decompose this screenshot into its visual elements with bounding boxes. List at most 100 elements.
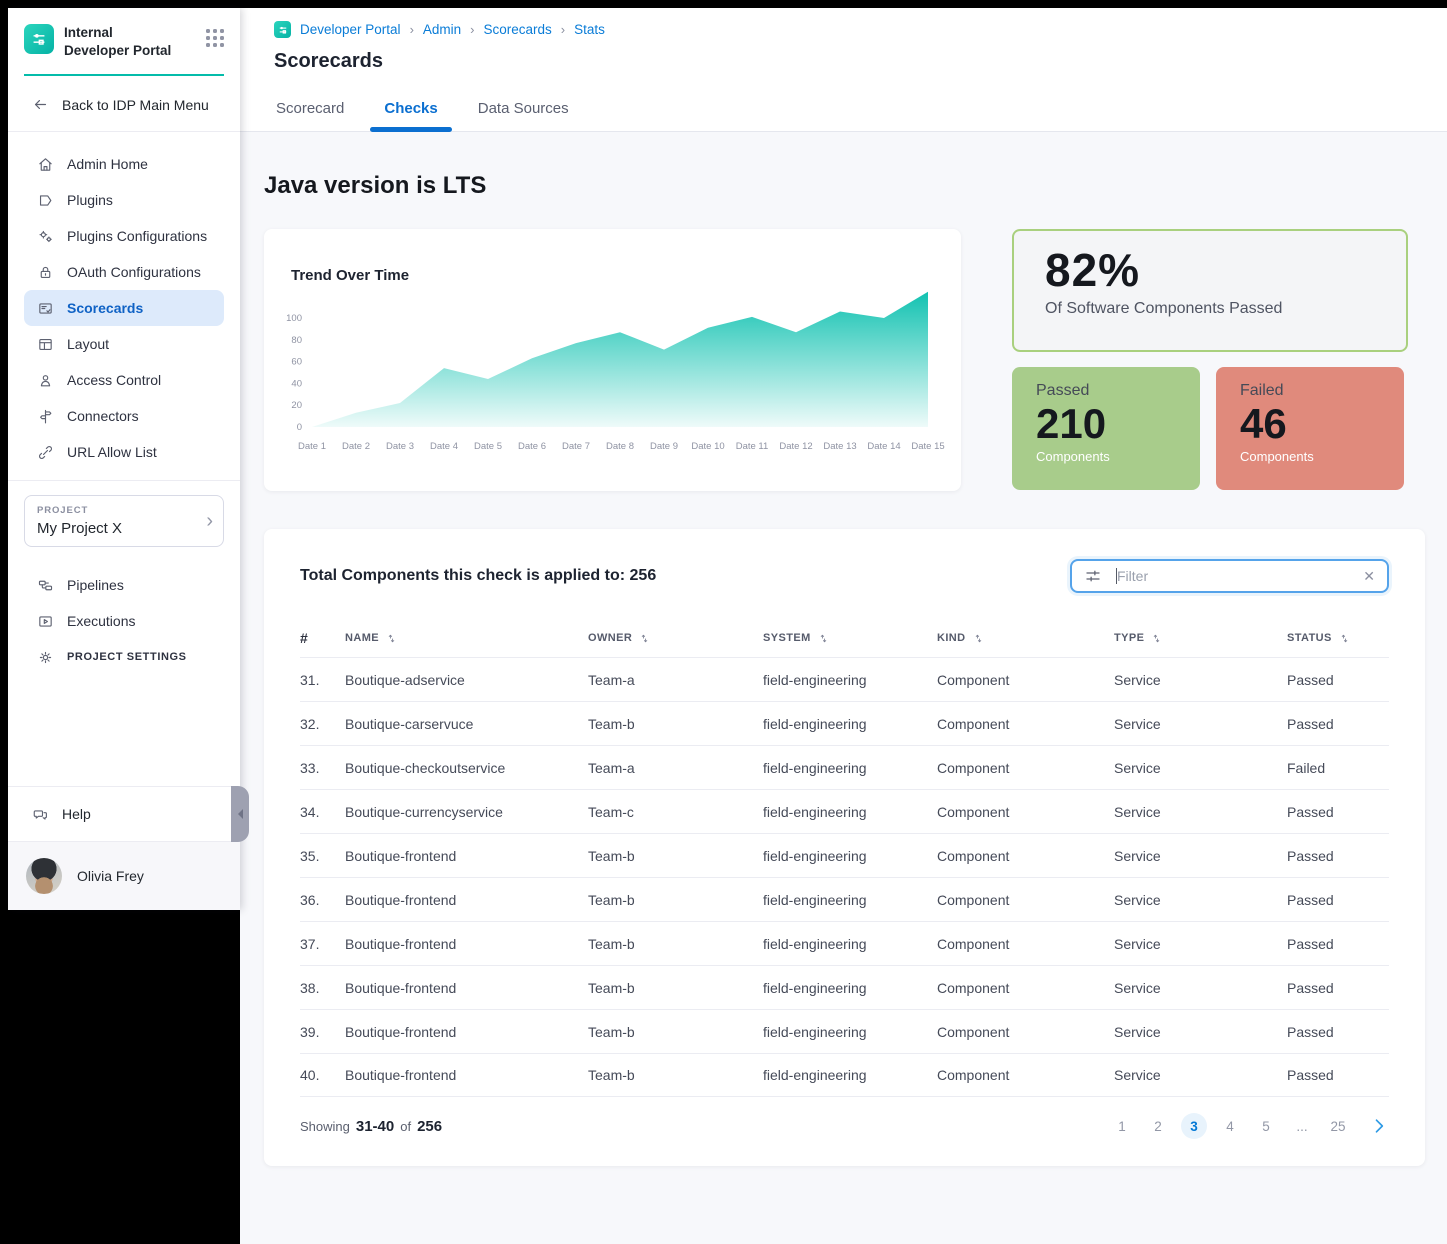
table-row[interactable]: 39.Boutique-frontendTeam-bfield-engineer… bbox=[300, 1009, 1389, 1053]
sidebar-item-admin-home[interactable]: Admin Home bbox=[24, 146, 224, 182]
breadcrumb-separator: › bbox=[470, 22, 474, 37]
page-4[interactable]: 4 bbox=[1217, 1113, 1243, 1139]
cell-type: Service bbox=[1114, 1067, 1287, 1083]
sidebar-item-layout[interactable]: Layout bbox=[24, 326, 224, 362]
column-header-owner[interactable]: OWNER bbox=[588, 632, 763, 645]
sidebar-item-label: PROJECT SETTINGS bbox=[67, 651, 187, 663]
column-header-name[interactable]: NAME bbox=[345, 632, 588, 645]
tab-checks[interactable]: Checks bbox=[384, 100, 437, 131]
pagination: 12345...25 bbox=[1109, 1113, 1389, 1139]
sort-icon[interactable] bbox=[1150, 632, 1163, 645]
page-2[interactable]: 2 bbox=[1145, 1113, 1171, 1139]
page-3[interactable]: 3 bbox=[1181, 1113, 1207, 1139]
idp-logo-glyph bbox=[29, 29, 49, 49]
table-row[interactable]: 34.Boutique-currencyserviceTeam-cfield-e… bbox=[300, 789, 1389, 833]
cell-status: Passed bbox=[1287, 892, 1389, 908]
failed-value: 46 bbox=[1240, 402, 1404, 446]
sidebar-item-access-control[interactable]: Access Control bbox=[24, 362, 224, 398]
cell-system: field-engineering bbox=[763, 1067, 937, 1083]
cell-type: Service bbox=[1114, 892, 1287, 908]
cell-owner: Team-a bbox=[588, 672, 763, 688]
next-page-icon[interactable] bbox=[1369, 1116, 1389, 1136]
cell-name: Boutique-checkoutservice bbox=[345, 760, 588, 776]
layout-icon bbox=[37, 336, 54, 353]
sort-icon[interactable] bbox=[385, 632, 398, 645]
breadcrumb: Developer Portal›Admin›Scorecards›Stats bbox=[274, 21, 605, 38]
sidebar: Internal Developer Portal Back to IDP Ma… bbox=[8, 8, 240, 910]
table-row[interactable]: 32.Boutique-carservuceTeam-bfield-engine… bbox=[300, 701, 1389, 745]
help-button[interactable]: Help bbox=[8, 787, 240, 841]
grid-dots-icon[interactable] bbox=[206, 29, 224, 47]
cell-system: field-engineering bbox=[763, 848, 937, 864]
breadcrumb-scorecards[interactable]: Scorecards bbox=[484, 22, 552, 37]
project-selector[interactable]: PROJECT My Project X › bbox=[24, 495, 224, 547]
sort-icon[interactable] bbox=[638, 632, 651, 645]
breadcrumb-admin[interactable]: Admin bbox=[423, 22, 461, 37]
column-header-status[interactable]: STATUS bbox=[1287, 632, 1389, 645]
project-label: PROJECT bbox=[37, 505, 122, 516]
sidebar-item-oauth-configurations[interactable]: OAuth Configurations bbox=[24, 254, 224, 290]
sidebar-item-label: Connectors bbox=[67, 408, 139, 424]
svg-text:20: 20 bbox=[291, 400, 302, 411]
table-row[interactable]: 31.Boutique-adserviceTeam-afield-enginee… bbox=[300, 657, 1389, 701]
user-menu[interactable]: Olivia Frey bbox=[8, 842, 240, 910]
sidebar-item-connectors[interactable]: Connectors bbox=[24, 398, 224, 434]
sliders-icon[interactable] bbox=[1084, 567, 1102, 585]
breadcrumb-developer-portal[interactable]: Developer Portal bbox=[300, 22, 401, 37]
back-to-idp-main-menu[interactable]: Back to IDP Main Menu bbox=[8, 76, 240, 131]
help-label: Help bbox=[62, 806, 91, 822]
sidebar-item-plugins-configurations[interactable]: Plugins Configurations bbox=[24, 218, 224, 254]
cell-system: field-engineering bbox=[763, 1024, 937, 1040]
svg-text:Date 7: Date 7 bbox=[562, 441, 590, 452]
sidebar-item-project-settings[interactable]: PROJECT SETTINGS bbox=[24, 639, 224, 675]
sidebar-item-label: Access Control bbox=[67, 372, 161, 388]
stats-column: 82% Of Software Components Passed Passed… bbox=[1012, 229, 1408, 490]
column-header-kind[interactable]: KIND bbox=[937, 632, 1114, 645]
close-icon[interactable]: ✕ bbox=[1363, 568, 1375, 585]
table-row[interactable]: 38.Boutique-frontendTeam-bfield-engineer… bbox=[300, 965, 1389, 1009]
sidebar-item-label: Layout bbox=[67, 336, 109, 352]
table-row[interactable]: 36.Boutique-frontendTeam-bfield-engineer… bbox=[300, 877, 1389, 921]
table-row[interactable]: 37.Boutique-frontendTeam-bfield-engineer… bbox=[300, 921, 1389, 965]
page-1[interactable]: 1 bbox=[1109, 1113, 1135, 1139]
tab-scorecard[interactable]: Scorecard bbox=[276, 100, 344, 131]
app-title: Internal Developer Portal bbox=[64, 24, 171, 59]
column-label: OWNER bbox=[588, 632, 632, 644]
column-header-system[interactable]: SYSTEM bbox=[763, 632, 937, 645]
tab-bar: Scorecard Checks Data Sources bbox=[276, 100, 569, 131]
cell-name: Boutique-frontend bbox=[345, 936, 588, 952]
sort-icon[interactable] bbox=[817, 632, 830, 645]
sidebar-collapse-handle[interactable] bbox=[231, 786, 249, 842]
sidebar-item-url-allow-list[interactable]: URL Allow List bbox=[24, 434, 224, 470]
sidebar-item-executions[interactable]: Executions bbox=[24, 603, 224, 639]
breadcrumb-stats[interactable]: Stats bbox=[574, 22, 605, 37]
cell-owner: Team-b bbox=[588, 1024, 763, 1040]
sort-icon[interactable] bbox=[1338, 632, 1351, 645]
sidebar-item-label: Plugins bbox=[67, 192, 113, 208]
column-label: KIND bbox=[937, 632, 966, 644]
table-row[interactable]: 40.Boutique-frontendTeam-bfield-engineer… bbox=[300, 1053, 1389, 1097]
project-nav: PipelinesExecutions PROJECT SETTINGS bbox=[8, 563, 240, 685]
cell-owner: Team-b bbox=[588, 848, 763, 864]
home-icon bbox=[37, 156, 54, 173]
cell-type: Service bbox=[1114, 672, 1287, 688]
collapse-arrow-icon bbox=[233, 809, 243, 819]
summary-card: 82% Of Software Components Passed bbox=[1012, 229, 1408, 352]
table-row[interactable]: 33.Boutique-checkoutserviceTeam-afield-e… bbox=[300, 745, 1389, 789]
sidebar-item-pipelines[interactable]: Pipelines bbox=[24, 567, 224, 603]
page-25[interactable]: 25 bbox=[1325, 1113, 1351, 1139]
filter-input[interactable] bbox=[1117, 568, 1355, 584]
cell-status: Passed bbox=[1287, 980, 1389, 996]
breadcrumb-separator: › bbox=[561, 22, 565, 37]
column-header-type[interactable]: TYPE bbox=[1114, 632, 1287, 645]
svg-text:Date 9: Date 9 bbox=[650, 441, 678, 452]
sidebar-item-plugins[interactable]: Plugins bbox=[24, 182, 224, 218]
person-icon bbox=[37, 372, 54, 389]
tab-data-sources[interactable]: Data Sources bbox=[478, 100, 569, 131]
cell-status: Passed bbox=[1287, 936, 1389, 952]
sidebar-item-scorecards[interactable]: Scorecards bbox=[24, 290, 224, 326]
page-5[interactable]: 5 bbox=[1253, 1113, 1279, 1139]
sort-icon[interactable] bbox=[972, 632, 985, 645]
table-row[interactable]: 35.Boutique-frontendTeam-bfield-engineer… bbox=[300, 833, 1389, 877]
cell-kind: Component bbox=[937, 892, 1114, 908]
